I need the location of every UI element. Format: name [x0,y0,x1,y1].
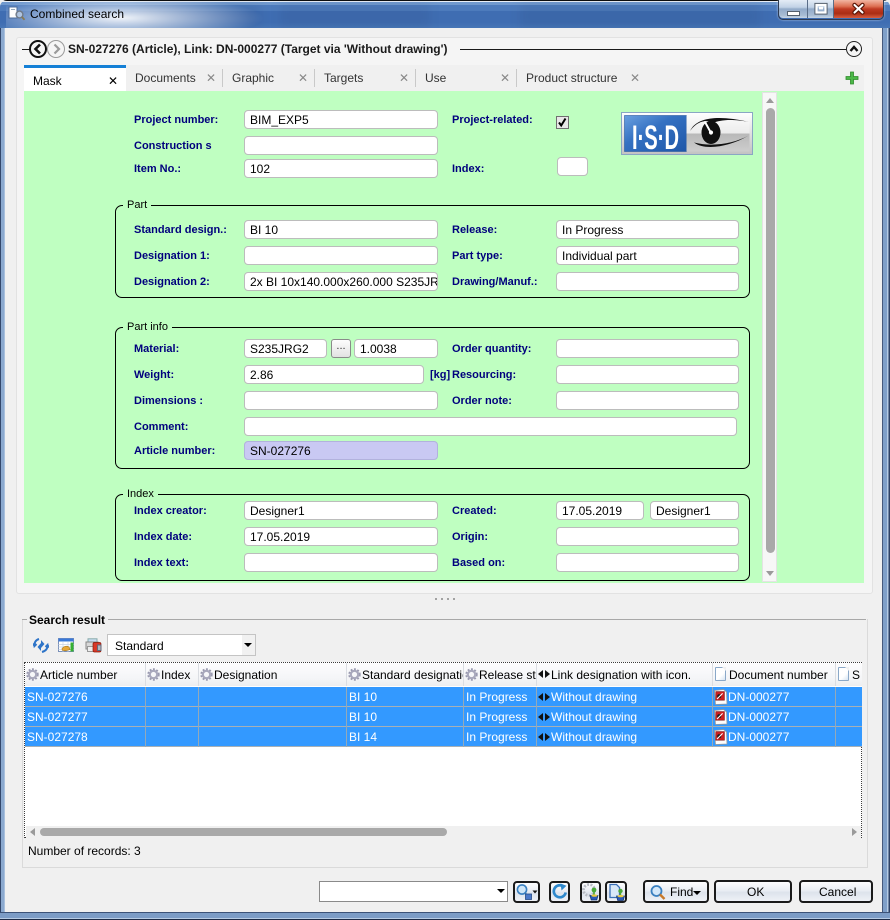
svg-text:I·S·D: I·S·D [632,119,679,155]
